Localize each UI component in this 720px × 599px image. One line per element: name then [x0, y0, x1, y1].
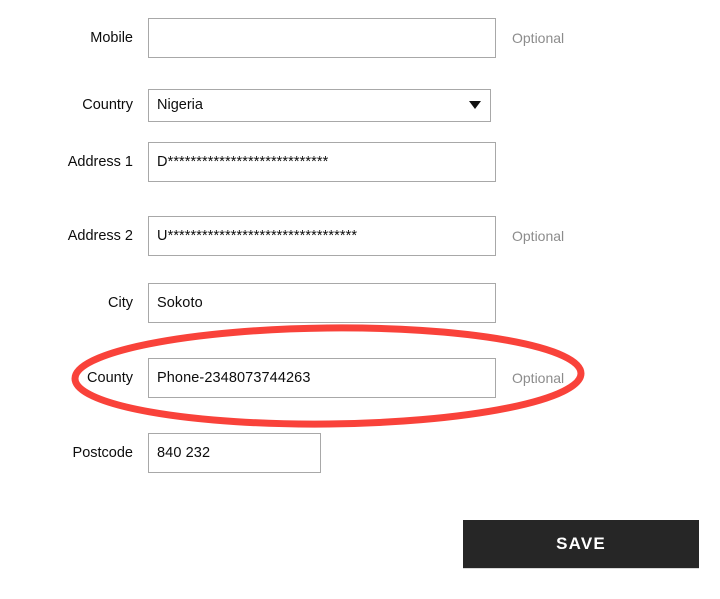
field-wrap-county: Phone-2348073744263 Optional — [148, 358, 564, 398]
form-row-address1: Address 1 D**************************** — [0, 142, 720, 182]
field-wrap-city: Sokoto — [148, 283, 496, 323]
field-wrap-postcode: 840 232 — [148, 433, 321, 473]
input-address2[interactable]: U********************************* — [148, 216, 496, 256]
form-row-address2: Address 2 U******************************… — [0, 216, 720, 256]
input-postcode[interactable]: 840 232 — [148, 433, 321, 473]
input-county-value: Phone-2348073744263 — [157, 370, 311, 386]
address-form: Mobile Optional Country Nigeria Address 1 D**… — [0, 0, 720, 599]
form-row-country: Country Nigeria — [0, 85, 720, 125]
label-county: County — [87, 369, 133, 386]
input-address1-value: D**************************** — [157, 154, 329, 170]
form-row-postcode: Postcode 840 232 — [0, 433, 720, 473]
input-mobile[interactable] — [148, 18, 496, 58]
input-postcode-value: 840 232 — [157, 445, 211, 461]
label-address2: Address 2 — [67, 227, 133, 244]
input-county[interactable]: Phone-2348073744263 — [148, 358, 496, 398]
field-wrap-address2: U********************************* Option… — [148, 216, 564, 256]
form-row-county: County Phone-2348073744263 Optional — [0, 358, 720, 398]
save-button[interactable]: SAVE — [463, 520, 699, 568]
form-row-city: City Sokoto — [0, 283, 720, 323]
field-wrap-mobile: Optional — [148, 18, 564, 58]
field-wrap-address1: D**************************** — [148, 142, 496, 182]
field-wrap-country: Nigeria — [148, 88, 491, 122]
label-postcode: Postcode — [72, 444, 133, 461]
optional-note-county: Optional — [512, 370, 565, 386]
label-address1: Address 1 — [67, 153, 133, 170]
label-country: Country — [82, 96, 133, 113]
input-address1[interactable]: D**************************** — [148, 142, 496, 182]
select-country-value: Nigeria — [157, 97, 203, 113]
select-country[interactable]: Nigeria — [148, 88, 491, 122]
label-city: City — [108, 294, 133, 311]
optional-note-address2: Optional — [512, 228, 565, 244]
input-city-value: Sokoto — [157, 295, 203, 311]
input-address2-value: U********************************* — [157, 228, 358, 244]
chevron-down-icon[interactable] — [469, 101, 481, 109]
optional-note-mobile: Optional — [512, 30, 565, 46]
input-city[interactable]: Sokoto — [148, 283, 496, 323]
form-row-mobile: Mobile Optional — [0, 18, 720, 58]
label-mobile: Mobile — [90, 29, 133, 46]
save-button-label: SAVE — [556, 534, 606, 553]
